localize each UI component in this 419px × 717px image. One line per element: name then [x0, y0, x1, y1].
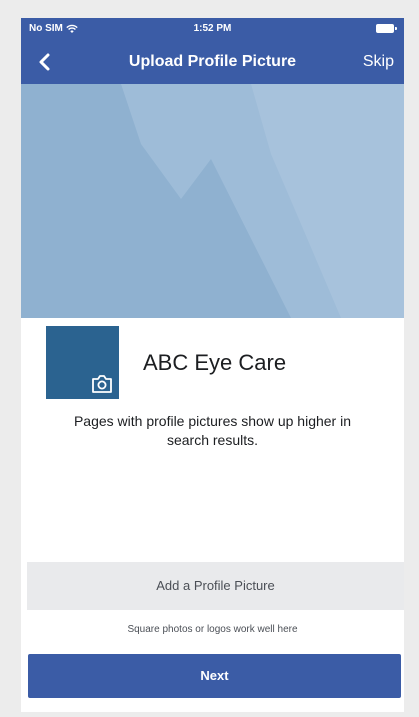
cover-photo[interactable] [21, 84, 404, 318]
add-profile-picture-button[interactable]: Add a Profile Picture [27, 562, 404, 610]
status-time: 1:52 PM [193, 23, 232, 34]
phone-screen: No SIM 1:52 PM Upload Profile Picture Sk… [21, 18, 404, 712]
profile-picture-placeholder[interactable] [46, 326, 119, 399]
status-bar: No SIM 1:52 PM [21, 18, 404, 40]
cover-placeholder-graphic [21, 84, 404, 318]
page-name: ABC Eye Care [143, 350, 287, 375]
next-button[interactable]: Next [28, 654, 401, 698]
page-title: Upload Profile Picture [128, 53, 297, 70]
description-text: Pages with profile pictures show up high… [73, 413, 352, 448]
skip-button[interactable]: Skip [363, 53, 394, 71]
nav-bar: Upload Profile Picture Skip [21, 40, 404, 84]
camera-icon [92, 375, 112, 393]
battery-icon [376, 24, 397, 33]
hint-text: Square photos or logos work well here [127, 624, 298, 635]
